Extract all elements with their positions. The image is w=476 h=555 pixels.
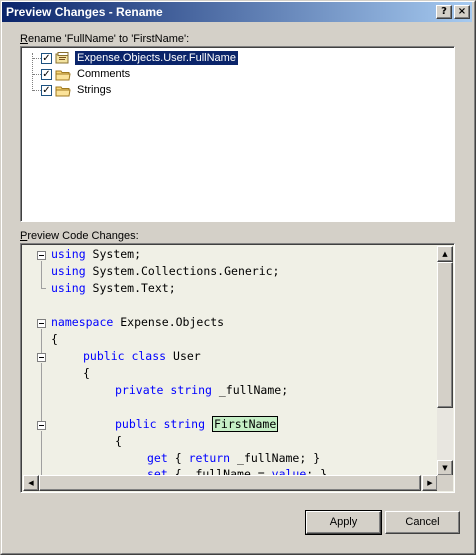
code-text: {: [51, 332, 58, 346]
scroll-up-icon[interactable]: ▲: [437, 246, 453, 262]
code-text: _fullName;: [211, 383, 289, 397]
folder-icon: [55, 86, 71, 97]
code-keyword: public: [115, 417, 157, 431]
code-line: public class User: [83, 348, 201, 365]
code-line: {: [51, 331, 58, 348]
scroll-right-icon[interactable]: ▶: [422, 475, 438, 491]
apply-button[interactable]: Apply: [305, 510, 382, 535]
close-button[interactable]: ×: [454, 5, 470, 19]
collapse-icon[interactable]: [37, 421, 46, 430]
code-text: User: [166, 349, 201, 363]
rename-label-text: ename 'FullName' to 'FirstName':: [27, 33, 190, 45]
code-line: public string FirstName: [115, 416, 279, 433]
code-line: private string _fullName;: [115, 382, 288, 399]
code-text: System.Collections.Generic;: [85, 264, 280, 278]
window-title: Preview Changes - Rename: [6, 5, 163, 19]
tree-item-label[interactable]: Comments: [75, 67, 132, 81]
collapse-icon[interactable]: [37, 251, 46, 260]
code-keyword: string: [170, 383, 212, 397]
code-text: Expense.Objects: [113, 315, 225, 329]
tree-item-label[interactable]: Expense.Objects.User.FullName: [74, 50, 239, 66]
rename-label: Rename 'FullName' to 'FirstName':: [20, 33, 189, 45]
horizontal-scrollbar[interactable]: ◀ ▶: [23, 475, 438, 491]
collapse-icon[interactable]: [37, 353, 46, 362]
tree-connector-line: [33, 58, 41, 59]
outline-line: [41, 261, 42, 288]
code-text: {: [115, 434, 122, 448]
class-file-icon: [55, 52, 69, 64]
code-line: using System.Text;: [51, 280, 176, 297]
code-line: {: [83, 365, 90, 382]
code-keyword: using: [51, 247, 86, 261]
scroll-left-icon[interactable]: ◀: [23, 475, 39, 491]
scroll-down-icon[interactable]: ▼: [437, 460, 453, 476]
cancel-button[interactable]: Cancel: [385, 511, 460, 534]
code-keyword: using: [51, 281, 86, 295]
renamed-identifier-highlight: FirstName: [211, 416, 279, 432]
code-line: using System.Collections.Generic;: [51, 263, 280, 280]
folder-icon: [55, 70, 71, 81]
code-keyword: namespace: [51, 315, 114, 329]
code-text: _fullName; }: [230, 451, 321, 465]
tree-connector-line: [33, 74, 41, 75]
outline-line: [41, 329, 42, 353]
code-line: get { return _fullName; }: [147, 450, 320, 467]
code-keyword: using: [51, 264, 86, 278]
horizontal-scroll-thumb[interactable]: [39, 475, 421, 491]
preview-label: Preview Code Changes:: [20, 230, 139, 242]
tree-item-checkbox[interactable]: ✓: [41, 53, 52, 64]
tree-connector-line: [33, 90, 41, 91]
outline-line: [41, 363, 42, 421]
code-preview[interactable]: using System; using System.Collections.G…: [20, 243, 455, 493]
preview-label-text: review Code Changes:: [27, 230, 139, 242]
tree-item-checkbox[interactable]: ✓: [41, 85, 52, 96]
tree-item-label[interactable]: Strings: [75, 83, 113, 97]
code-text: System.Text;: [85, 281, 176, 295]
code-line: {: [115, 433, 122, 450]
code-keyword: get: [147, 451, 168, 465]
code-keyword: private: [115, 383, 164, 397]
code-line: using System;: [51, 246, 141, 263]
vertical-scroll-thumb[interactable]: [437, 262, 453, 408]
vertical-scrollbar[interactable]: ▲ ▼: [437, 246, 453, 476]
code-text: System;: [85, 247, 142, 261]
code-keyword: return: [188, 451, 231, 465]
code-text: {: [167, 451, 189, 465]
outline-line: [41, 288, 46, 289]
title-bar[interactable]: Preview Changes - Rename ? ×: [2, 2, 472, 22]
outline-line: [41, 431, 42, 481]
code-keyword: string: [163, 417, 206, 431]
code-line: namespace Expense.Objects: [51, 314, 224, 331]
scrollbar-corner: [437, 475, 453, 491]
collapse-icon[interactable]: [37, 319, 46, 328]
code-keyword: public class: [83, 349, 167, 363]
rename-tree[interactable]: ✓ Expense.Objects.User.FullName ✓ Commen…: [20, 46, 455, 222]
tree-item-checkbox[interactable]: ✓: [41, 69, 52, 80]
rename-label-accel: R: [20, 33, 28, 45]
code-text: {: [83, 366, 90, 380]
help-button[interactable]: ?: [436, 5, 452, 19]
